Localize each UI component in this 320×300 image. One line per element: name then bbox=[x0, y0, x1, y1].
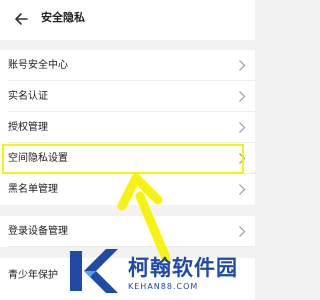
chevron-right-icon bbox=[239, 226, 246, 237]
row-label: 黑名单管理 bbox=[8, 184, 58, 195]
settings-row-real-name[interactable]: 实名认证 bbox=[0, 81, 255, 112]
row-label: 登录设备管理 bbox=[8, 226, 68, 237]
watermark-brand: 柯翰软件园 bbox=[128, 256, 238, 280]
settings-row-authorization[interactable]: 授权管理 bbox=[0, 112, 255, 143]
row-label: 授权管理 bbox=[8, 122, 48, 133]
back-arrow-icon[interactable] bbox=[12, 9, 32, 29]
chevron-right-icon bbox=[239, 60, 246, 71]
page-title: 安全隐私 bbox=[41, 11, 85, 24]
row-label: 账号安全中心 bbox=[8, 60, 68, 71]
chevron-right-icon bbox=[239, 91, 246, 102]
row-label: 实名认证 bbox=[8, 91, 48, 102]
chevron-right-icon bbox=[239, 122, 246, 133]
chevron-right-icon bbox=[239, 184, 246, 195]
header-bar: 安全隐私 bbox=[0, 0, 255, 40]
row-label: 青少年保护 bbox=[8, 270, 58, 281]
pointer-arrow-icon bbox=[117, 173, 171, 262]
settings-row-account-security[interactable]: 账号安全中心 bbox=[0, 50, 255, 81]
watermark-url: KEHAN88.COM bbox=[128, 282, 199, 291]
watermark-logo-icon bbox=[70, 249, 118, 293]
highlight-box bbox=[2, 144, 244, 174]
